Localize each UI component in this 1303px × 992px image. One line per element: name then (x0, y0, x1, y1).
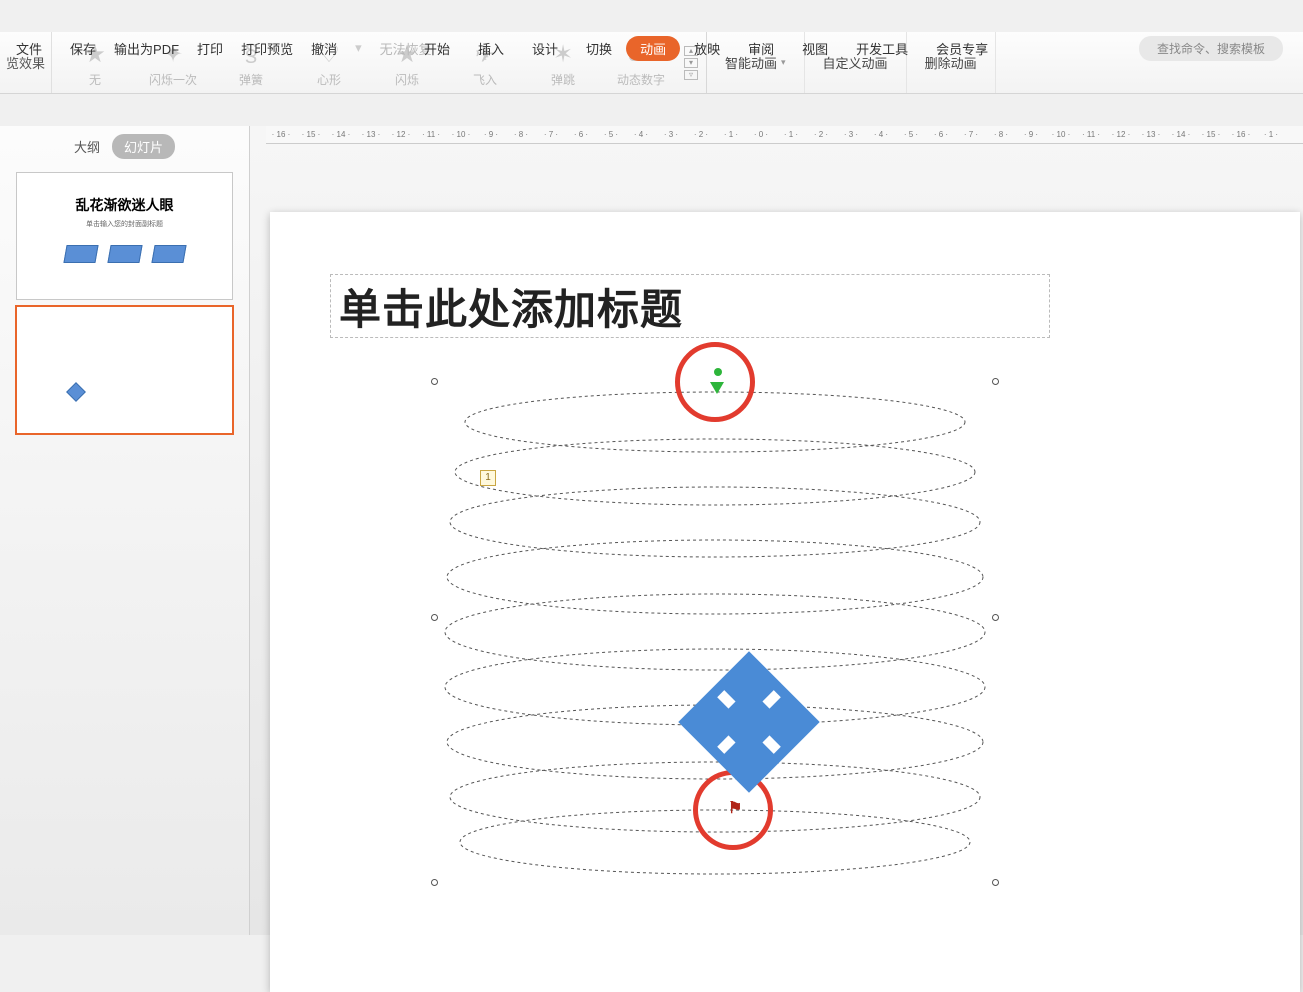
tab-insert[interactable]: 插入 (464, 33, 518, 64)
thumb1-shapes (17, 245, 232, 263)
slides-panel: 大纲 幻灯片 乱花渐欲迷人眼 单击输入您的封面副标题 (0, 126, 250, 935)
tab-developer[interactable]: 开发工具 (842, 33, 922, 64)
slide-thumbnail-1[interactable]: 乱花渐欲迷人眼 单击输入您的封面副标题 (16, 172, 233, 300)
tab-member[interactable]: 会员专享 (922, 33, 1002, 64)
path-start-dot-icon[interactable] (714, 368, 722, 376)
tab-transition[interactable]: 切换 (572, 33, 626, 64)
slide-thumbnail-2[interactable] (16, 306, 233, 434)
thumb2-diamond-icon (66, 382, 86, 402)
tab-view[interactable]: 视图 (788, 33, 842, 64)
path-start-arrow-icon[interactable] (710, 382, 724, 394)
path-end-flag-icon[interactable]: ⚑ (728, 798, 742, 818)
ribbon-tabs: 开始 插入 设计 切换 动画 放映 审阅 视图 开发工具 会员专享 查找命令、搜… (0, 32, 1303, 64)
editor-canvas[interactable]: · 16 ·· 15 ·· 14 ·· 13 ·· 12 ·· 11 ·· 10… (250, 126, 1303, 935)
horizontal-ruler: · 16 ·· 15 ·· 14 ·· 13 ·· 12 ·· 11 ·· 10… (266, 126, 1303, 144)
slides-tab[interactable]: 幻灯片 (112, 134, 175, 159)
title-text: 单击此处添加标题 (339, 276, 683, 337)
search-box[interactable]: 查找命令、搜索模板 (1139, 36, 1283, 61)
tab-start[interactable]: 开始 (410, 33, 464, 64)
tab-design[interactable]: 设计 (518, 33, 572, 64)
tab-slideshow[interactable]: 放映 (680, 33, 734, 64)
outline-tab[interactable]: 大纲 (74, 137, 100, 156)
animation-order-tag[interactable]: 1 (480, 470, 496, 486)
tab-animation[interactable]: 动画 (626, 36, 680, 61)
tab-review[interactable]: 审阅 (734, 33, 788, 64)
thumb1-subtitle: 单击输入您的封面副标题 (17, 219, 232, 229)
slide-editor[interactable]: 单击此处添加标题 (270, 212, 1300, 992)
title-placeholder[interactable]: 单击此处添加标题 (330, 274, 1050, 338)
spring-path-object[interactable]: ⚑ (435, 382, 995, 882)
thumb1-title: 乱花渐欲迷人眼 (17, 195, 232, 215)
